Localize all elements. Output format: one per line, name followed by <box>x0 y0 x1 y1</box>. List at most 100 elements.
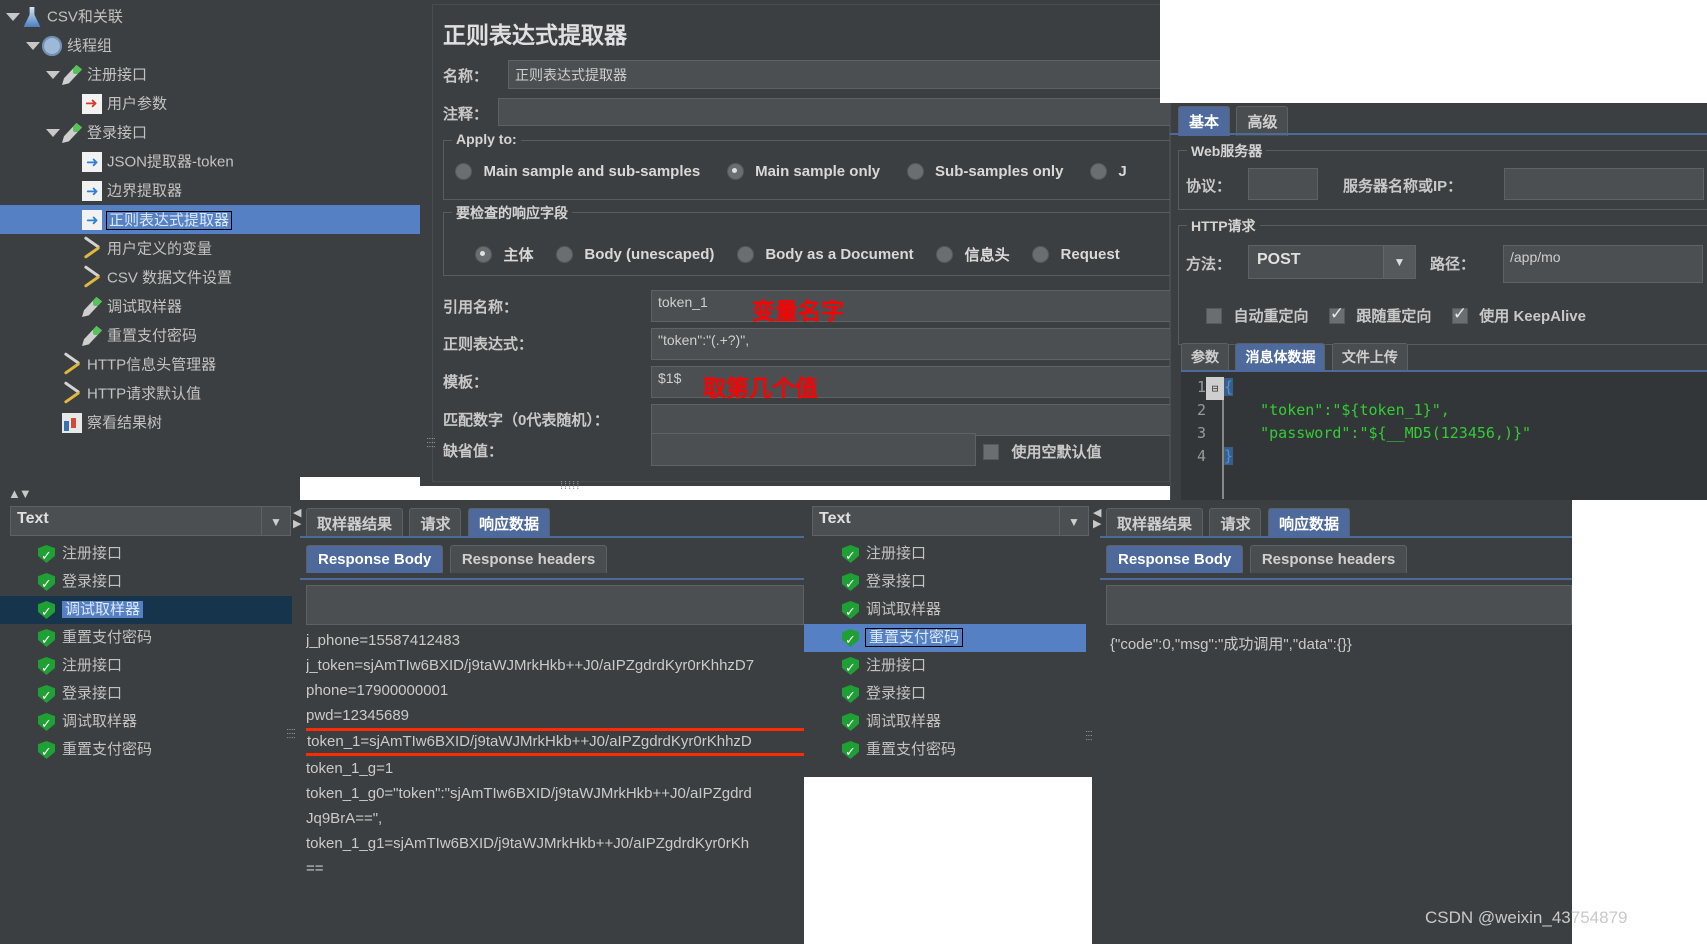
field-to-check-options[interactable]: 主体 Body (unescaped) Body as a Document 信… <box>475 244 1120 265</box>
protocol-input[interactable] <box>1248 168 1318 200</box>
radio-body-as-document[interactable] <box>736 246 754 263</box>
result-tree-item[interactable]: 调试取样器 <box>804 596 1086 624</box>
code-line[interactable]: 1 ⊟{ <box>1186 376 1706 400</box>
chevron-down-icon[interactable] <box>26 42 40 51</box>
tree-item[interactable]: 登录接口 <box>0 118 420 147</box>
radio-sub-only[interactable] <box>906 163 924 181</box>
tree-item[interactable]: 重置支付密码 <box>0 321 420 350</box>
follow-redirect-checkbox[interactable] <box>1328 304 1345 324</box>
body-data-tabs[interactable]: 参数 消息体数据 文件上传 <box>1181 343 1410 370</box>
vertical-splitter-grip[interactable]: ⁞⁞⁞ <box>424 437 436 449</box>
tree-item[interactable]: JSON提取器-token <box>0 147 420 177</box>
server-name-input[interactable] <box>1504 168 1704 200</box>
result-tree-item[interactable]: 注册接口 <box>804 540 1086 568</box>
search-dropdown-right[interactable]: ▼ <box>1059 506 1089 536</box>
tab-body-data[interactable]: 消息体数据 <box>1235 343 1326 370</box>
fold-toggle-icon[interactable]: ⊟ <box>1206 377 1224 400</box>
response-body-right[interactable]: {"code":0,"msg":"成功调用","data":{}} <box>1110 632 1570 657</box>
result-tree-item[interactable]: 登录接口 <box>0 680 292 708</box>
tab-request-left[interactable]: 请求 <box>409 508 462 538</box>
tab-request-right[interactable]: 请求 <box>1209 508 1262 538</box>
result-tree-item[interactable]: 重置支付密码 <box>0 736 292 764</box>
radio-body[interactable] <box>475 246 492 263</box>
code-line[interactable]: 4} <box>1186 445 1706 468</box>
result-tree-item[interactable]: 注册接口 <box>804 652 1086 680</box>
keepalive-checkbox[interactable] <box>1451 304 1468 324</box>
chevron-down-icon[interactable]: ▼ <box>1383 246 1415 278</box>
result-tree-item[interactable]: 调试取样器 <box>0 708 292 736</box>
name-input[interactable]: 正则表达式提取器 <box>508 60 1198 89</box>
radio-body-unescaped[interactable] <box>555 246 573 263</box>
tab-response-data-left[interactable]: 响应数据 <box>467 508 550 538</box>
tree-item[interactable]: 正则表达式提取器 <box>0 205 420 235</box>
result-tree-item[interactable]: 重置支付密码 <box>0 624 292 652</box>
result-tree-right[interactable]: 注册接口登录接口调试取样器重置支付密码注册接口登录接口调试取样器重置支付密码 <box>804 540 1086 770</box>
radio-headers[interactable] <box>936 246 954 263</box>
body-data-code[interactable]: 1 ⊟{2 "token":"${token_1}", 3 "password":"… <box>1186 376 1706 468</box>
chevron-down-icon[interactable] <box>6 13 20 22</box>
subtab-response-headers-left[interactable]: Response headers <box>449 545 608 573</box>
tab-sampler-result-right[interactable]: 取样器结果 <box>1106 508 1204 538</box>
tree-item[interactable]: CSV 数据文件设置 <box>0 263 420 292</box>
horizontal-splitter-grip[interactable]: ⁞⁞⁞⁞⁞ <box>560 480 580 492</box>
auto-redirect-checkbox[interactable] <box>1206 307 1222 324</box>
subtab-response-headers-right[interactable]: Response headers <box>1249 545 1408 573</box>
tree-item[interactable]: CSV和关联 <box>0 2 420 31</box>
code-line[interactable]: 2 "token":"${token_1}", <box>1186 399 1706 422</box>
chevron-down-icon[interactable] <box>46 71 60 80</box>
result-subtabs-left[interactable]: Response Body Response headers <box>306 545 609 573</box>
apply-to-options[interactable]: Main sample and sub-samples Main sample … <box>455 163 1127 181</box>
response-search-box-right[interactable] <box>1106 585 1572 625</box>
result-tree-left[interactable]: 注册接口登录接口调试取样器重置支付密码注册接口登录接口调试取样器重置支付密码 <box>0 540 292 800</box>
response-splitter-grip-left[interactable]: ⁞⁞⁞ <box>284 728 296 740</box>
tab-advanced[interactable]: 高级 <box>1236 106 1289 136</box>
default-value-input[interactable] <box>651 433 976 466</box>
use-empty-default-box[interactable] <box>983 443 999 460</box>
result-subtabs-right[interactable]: Response Body Response headers <box>1106 545 1409 573</box>
subtab-response-body-left[interactable]: Response Body <box>306 545 444 573</box>
regex-input[interactable]: "token":"(.+?)", <box>651 328 1211 360</box>
result-tree-item[interactable]: 重置支付密码 <box>804 736 1086 764</box>
tree-item[interactable]: 边界提取器 <box>0 176 420 206</box>
chevron-down-icon[interactable] <box>46 129 60 138</box>
result-tree-item[interactable]: 登录接口 <box>0 568 292 596</box>
tab-parameters[interactable]: 参数 <box>1181 343 1229 370</box>
collapse-arrows-right[interactable]: ◀ ▶ <box>1093 508 1101 530</box>
result-sort-buttons-left[interactable]: ▲▼ <box>8 486 32 501</box>
tree-item[interactable]: 调试取样器 <box>0 292 420 321</box>
path-input[interactable]: /app/mo <box>1503 245 1703 283</box>
result-tree-item[interactable]: 调试取样器 <box>0 596 292 624</box>
result-tree-item[interactable]: 登录接口 <box>804 680 1086 708</box>
tab-sampler-result-left[interactable]: 取样器结果 <box>306 508 404 538</box>
comment-input[interactable] <box>498 98 1198 126</box>
test-plan-tree[interactable]: CSV和关联线程组注册接口用户参数登录接口 JSON提取器-token 边界提取器正… <box>0 0 420 477</box>
result-tree-item[interactable]: 重置支付密码 <box>804 624 1086 652</box>
http-checkbox-row[interactable]: 自动重定向 跟随重定向 使用 KeepAlive <box>1206 304 1586 326</box>
result-tree-item[interactable]: 调试取样器 <box>804 708 1086 736</box>
tree-item[interactable]: HTTP信息头管理器 <box>0 350 420 379</box>
tree-item[interactable]: 用户定义的变量 <box>0 234 420 263</box>
radio-main-and-sub[interactable] <box>455 163 472 181</box>
tree-item[interactable]: 注册接口 <box>0 60 420 89</box>
tab-file-upload[interactable]: 文件上传 <box>1331 343 1408 370</box>
radio-request-headers[interactable] <box>1032 246 1050 263</box>
response-search-box-left[interactable] <box>306 585 804 625</box>
result-tree-item[interactable]: 登录接口 <box>804 568 1086 596</box>
tree-item[interactable]: HTTP请求默认值 <box>0 379 420 408</box>
match-number-input[interactable] <box>651 404 1211 436</box>
result-tabs-left[interactable]: 取样器结果 请求 响应数据 <box>306 508 552 538</box>
result-tree-item[interactable]: 注册接口 <box>0 540 292 568</box>
search-input-left[interactable]: Text <box>10 506 282 536</box>
subtab-response-body-right[interactable]: Response Body <box>1106 545 1244 573</box>
method-select[interactable]: POST ▼ <box>1248 245 1416 279</box>
refname-input[interactable]: token_1 <box>651 290 1211 322</box>
tab-basic[interactable]: 基本 <box>1178 106 1231 136</box>
response-body-left[interactable]: j_phone=15587412483 j_token=sjAmTIw6BXID/… <box>306 628 806 944</box>
http-panel-tabs[interactable]: 基本 高级 <box>1178 106 1290 136</box>
result-tabs-right[interactable]: 取样器结果 请求 响应数据 <box>1106 508 1352 538</box>
tree-item[interactable]: 线程组 <box>0 31 420 60</box>
radio-jmeter-variable[interactable] <box>1089 163 1107 181</box>
tab-response-data-right[interactable]: 响应数据 <box>1267 508 1350 538</box>
search-input-right[interactable]: Text <box>812 506 1080 536</box>
search-dropdown-left[interactable]: ▼ <box>261 506 291 536</box>
